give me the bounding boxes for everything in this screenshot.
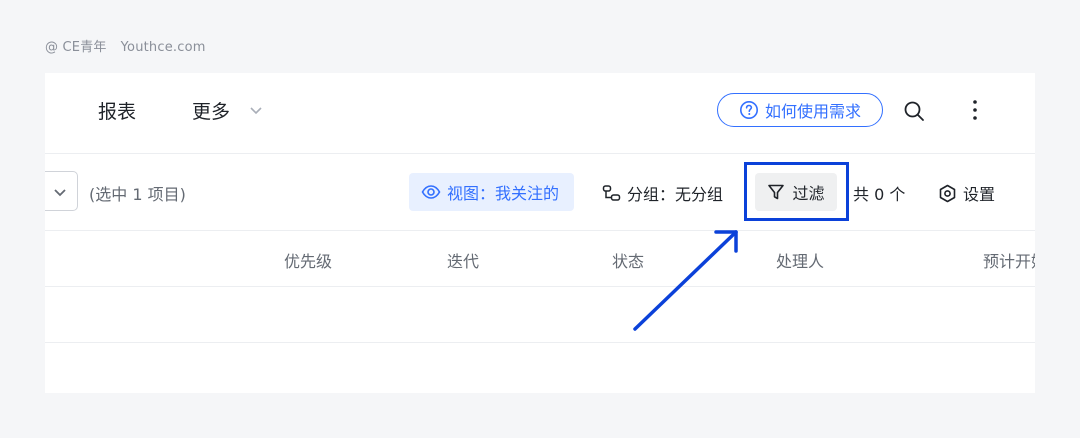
view-label: 视图：我关注的 (447, 184, 560, 203)
table-header: 优先级 迭代 状态 处理人 预计开始 (45, 230, 1035, 287)
requirements-panel: 报表 更多 如何使用需求 (选中 1 项目) 视图：我关注的 分组：无分组 过滤… (45, 73, 1035, 393)
settings-label: 设置 (963, 185, 996, 204)
search-icon[interactable] (903, 100, 925, 122)
view-button[interactable]: 视图：我关注的 (409, 173, 574, 211)
settings-button[interactable]: 设置 (938, 181, 995, 205)
filter-icon (768, 184, 785, 200)
table-row (45, 286, 1035, 343)
column-iteration[interactable]: 迭代 (447, 248, 479, 272)
column-priority[interactable]: 优先级 (284, 248, 332, 272)
question-circle-icon (739, 101, 758, 119)
chevron-down-icon[interactable] (249, 103, 263, 117)
group-icon (602, 184, 621, 201)
eye-icon (421, 185, 441, 199)
column-assignee[interactable]: 处理人 (776, 248, 824, 272)
help-button[interactable]: 如何使用需求 (717, 93, 883, 127)
tab-more[interactable]: 更多 (192, 97, 230, 124)
watermark-site: Youthce.com (120, 40, 206, 55)
chevron-down-icon (54, 189, 66, 197)
top-nav: 报表 更多 如何使用需求 (45, 73, 1035, 154)
selected-count: (选中 1 项目) (89, 185, 186, 204)
group-label: 分组：无分组 (627, 185, 724, 204)
watermark-brand: @ CE青年 (45, 40, 107, 55)
kebab-icon[interactable] (965, 99, 985, 121)
filter-label: 过滤 (792, 184, 825, 203)
toolbar: (选中 1 项目) 视图：我关注的 分组：无分组 过滤 共 0 个 设置 (45, 153, 1035, 231)
watermark: @ CE青年 Youthce.com (45, 36, 206, 55)
help-button-label: 如何使用需求 (764, 102, 861, 121)
filter-button[interactable]: 过滤 (755, 173, 837, 211)
column-plan-start[interactable]: 预计开始 (983, 248, 1035, 272)
tab-reports[interactable]: 报表 (98, 97, 136, 124)
select-dropdown[interactable] (45, 171, 78, 211)
total-count: 共 0 个 (853, 185, 906, 204)
group-button[interactable]: 分组：无分组 (602, 181, 723, 205)
column-status[interactable]: 状态 (612, 248, 644, 272)
hexagon-gear-icon (939, 184, 956, 202)
